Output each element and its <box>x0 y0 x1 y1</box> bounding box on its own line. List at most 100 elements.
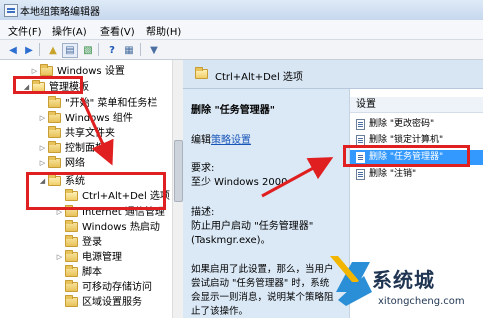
forward-icon[interactable]: ▶ <box>21 43 37 58</box>
detail-line: 尝试启动 "任务管理器" 时，系统 <box>191 278 330 289</box>
setting-label: 删除 "注销" <box>369 169 417 179</box>
folder-icon <box>48 156 61 168</box>
expand-icon[interactable]: ▷ <box>55 205 64 220</box>
detail-line: 止了该操作。 <box>191 306 249 317</box>
description-line: 防止用户启动 "任务管理器" <box>191 221 314 232</box>
policy-setting-icon <box>356 169 365 180</box>
tree-item-network[interactable]: ▷ 网络 <box>38 156 85 171</box>
content-header-title: Ctrl+Alt+Del 选项 <box>215 72 303 83</box>
title-bar: 本地组策略编辑器 <box>0 0 483 21</box>
menu-help[interactable]: 帮助(H) <box>146 23 181 38</box>
setting-label: 删除 "锁定计算机" <box>369 135 444 145</box>
setting-remove-lock-computer[interactable]: 删除 "锁定计算机" <box>350 133 483 148</box>
show-hide-tree-icon[interactable]: ▤ <box>62 43 78 58</box>
menu-view[interactable]: 查看(V) <box>100 23 135 38</box>
tree-item-label: 共享文件夹 <box>65 128 115 139</box>
folder-icon <box>48 96 61 108</box>
tree-item-label: 电源管理 <box>82 252 122 263</box>
folder-open-icon <box>195 67 208 79</box>
menu-action[interactable]: 操作(A) <box>52 23 87 38</box>
setting-remove-change-password[interactable]: 删除 "更改密码" <box>350 117 483 132</box>
tree-item-label: 网络 <box>65 158 85 169</box>
description-label: 描述: <box>191 207 215 218</box>
policy-setting-icon <box>356 135 365 146</box>
watermark-brand: 系统城 <box>372 268 435 292</box>
help-icon[interactable]: ? <box>104 43 120 58</box>
window-title: 本地组策略编辑器 <box>20 7 100 18</box>
tree-item-shared-folders[interactable]: 共享文件夹 <box>38 126 115 141</box>
policy-title: 删除 "任务管理器" <box>191 105 275 116</box>
up-folder-icon[interactable]: ▲ <box>45 43 61 58</box>
tree-item-label: 可移动存储访问 <box>82 282 152 293</box>
toolbar-separator <box>140 43 141 56</box>
description-panel: 删除 "任务管理器" 编辑策略设置 要求: 至少 Windows 2000 描述… <box>183 89 349 318</box>
folder-icon <box>48 111 61 123</box>
expand-icon[interactable]: ▷ <box>30 64 39 79</box>
tree-item-windows-components[interactable]: ▷ Windows 组件 <box>38 111 133 126</box>
tree-item-internet-comm[interactable]: ▷ Internet 通信管理 <box>55 205 165 220</box>
export-icon[interactable]: ▧ <box>80 43 96 58</box>
tree-scrollbar[interactable] <box>172 60 183 318</box>
tree-item-label: Ctrl+Alt+Del 选项 <box>82 191 170 202</box>
folder-icon <box>65 205 78 217</box>
tree-item-label: Windows 热启动 <box>82 222 160 233</box>
folder-open-icon <box>65 189 78 201</box>
menu-bar: 文件(F) 操作(A) 查看(V) 帮助(H) <box>0 20 483 40</box>
tree-item-label: 登录 <box>82 237 102 248</box>
setting-remove-logoff[interactable]: 删除 "注销" <box>350 167 483 182</box>
tree-item-start-menu[interactable]: "开始" 菜单和任务栏 <box>38 96 157 111</box>
tree-item-label: 控制面板 <box>65 143 105 154</box>
edit-policy-line: 编辑策略设置 <box>191 131 251 146</box>
tree-item-label: Windows 组件 <box>65 113 133 124</box>
tree-item-label: "开始" 菜单和任务栏 <box>65 98 158 109</box>
app-icon <box>4 4 18 17</box>
folder-open-icon <box>32 80 45 92</box>
content-pane: Ctrl+Alt+Del 选项 删除 "任务管理器" 编辑策略设置 要求: 至少… <box>183 60 483 318</box>
folder-icon <box>65 235 78 247</box>
menu-file[interactable]: 文件(F) <box>8 23 42 38</box>
expand-icon[interactable]: ▷ <box>38 141 47 156</box>
scrollbar-thumb[interactable] <box>174 140 183 202</box>
collapse-icon[interactable]: ◢ <box>22 80 31 95</box>
tree-item-windows-hot-start[interactable]: Windows 热启动 <box>55 220 160 235</box>
policy-setting-icon <box>356 119 365 130</box>
settings-column-header[interactable]: 设置 <box>350 97 483 113</box>
collapse-icon[interactable]: ◢ <box>38 174 47 189</box>
tree-item-ctrl-alt-del-options[interactable]: Ctrl+Alt+Del 选项 <box>55 189 170 204</box>
toolbar: ◀ ▶ ▲ ▤ ▧ ? ▦ ▼ <box>0 40 483 60</box>
tree-item-label: 脚本 <box>82 267 102 278</box>
tree-item-label: 管理模板 <box>49 82 89 93</box>
tree-item-power-management[interactable]: ▷ 电源管理 <box>55 250 122 265</box>
folder-icon <box>65 250 78 262</box>
expand-icon[interactable]: ▷ <box>55 250 64 265</box>
requirement-value: 至少 Windows 2000 <box>191 177 288 188</box>
setting-remove-task-manager[interactable]: 删除 "任务管理器" <box>350 150 483 165</box>
tree-item-label: 系统 <box>65 176 85 187</box>
requirement-label: 要求: <box>191 163 215 174</box>
tree-item-removable-storage[interactable]: 可移动存储访问 <box>55 280 152 295</box>
tree-item-system[interactable]: ◢ 系统 <box>38 174 85 189</box>
description-line: (Taskmgr.exe)。 <box>191 235 271 246</box>
edit-prefix: 编辑 <box>191 135 211 146</box>
folder-icon <box>65 295 78 307</box>
tree-item-scripts[interactable]: 脚本 <box>55 265 102 280</box>
setting-label: 删除 "更改密码" <box>369 119 435 129</box>
navigation-tree: ▷ Windows 设置 ◢ 管理模板 "开始" 菜单和任务栏 ▷ Windows 组… <box>0 60 183 318</box>
tree-item-windows-settings[interactable]: ▷ Windows 设置 <box>30 64 125 79</box>
back-icon[interactable]: ◀ <box>5 43 21 58</box>
filter-icon[interactable]: ▼ <box>146 43 162 58</box>
folder-icon <box>65 220 78 232</box>
properties-icon[interactable]: ▦ <box>121 43 137 58</box>
tree-item-control-panel[interactable]: ▷ 控制面板 <box>38 141 105 156</box>
setting-label: 删除 "任务管理器" <box>369 152 444 162</box>
policy-setting-icon <box>356 152 365 163</box>
detail-line: 如果启用了此设置，那么，当用户 <box>191 264 334 275</box>
tree-item-admin-templates[interactable]: ◢ 管理模板 <box>22 80 89 95</box>
tree-item-locale-services[interactable]: 区域设置服务 <box>55 295 142 310</box>
tree-item-logon[interactable]: 登录 <box>55 235 102 250</box>
tree-item-label: Windows 设置 <box>57 66 125 77</box>
policy-settings-link[interactable]: 策略设置 <box>211 135 251 146</box>
expand-icon[interactable]: ▷ <box>38 156 47 171</box>
expand-icon[interactable]: ▷ <box>38 111 47 126</box>
folder-icon <box>40 64 53 76</box>
